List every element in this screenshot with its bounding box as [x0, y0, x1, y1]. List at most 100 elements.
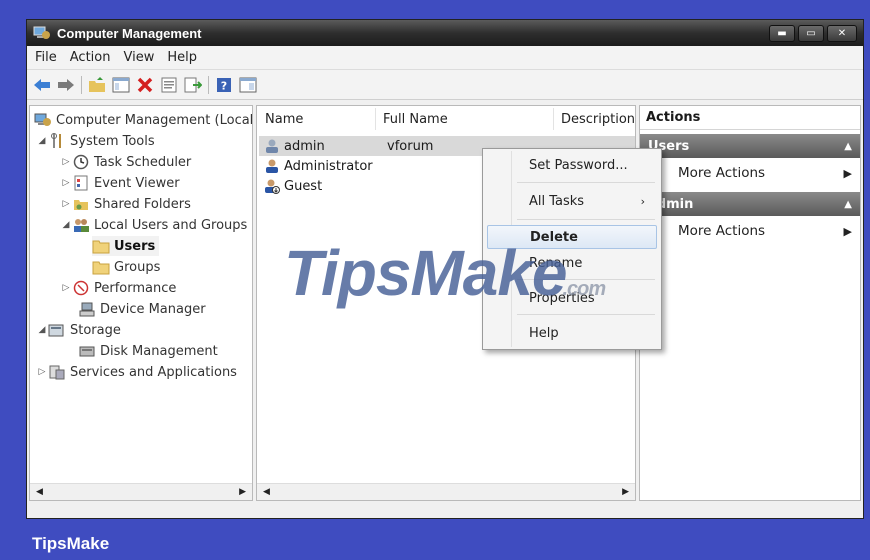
collapsed-arrow-icon[interactable]: ▷	[36, 367, 48, 377]
collapsed-arrow-icon[interactable]: ▷	[60, 283, 72, 293]
tree-item-groups[interactable]: Groups	[92, 257, 160, 277]
column-separator[interactable]	[375, 108, 376, 130]
menu-label: All Tasks	[529, 193, 585, 209]
user-context-menu: Set Password... All Tasks › Delete Renam…	[482, 148, 662, 350]
maximize-button[interactable]: ▭	[798, 24, 824, 42]
menu-item-rename[interactable]: Rename	[487, 251, 657, 275]
scroll-right-arrow-icon[interactable]: ▶	[239, 487, 246, 497]
tree-item-task-scheduler[interactable]: ▷ Task Scheduler	[60, 152, 192, 172]
event-viewer-icon	[72, 175, 90, 191]
tree-label: Storage	[70, 322, 121, 338]
up-folder-icon[interactable]	[88, 76, 106, 94]
user-name: admin	[284, 138, 325, 154]
user-full-name: vforum	[387, 138, 434, 154]
collapsed-arrow-icon[interactable]: ▷	[60, 157, 72, 167]
panes-container: Computer Management (Local ◢ System Tool…	[27, 103, 863, 518]
properties-icon[interactable]	[160, 76, 178, 94]
action-label: More Actions	[678, 223, 766, 239]
menu-gutter	[511, 151, 512, 347]
actions-section-admin[interactable]: admin ▲	[640, 192, 860, 216]
tree-label: System Tools	[70, 133, 155, 149]
menu-item-set-password[interactable]: Set Password...	[487, 153, 657, 177]
tree-item-event-viewer[interactable]: ▷ Event Viewer	[60, 173, 180, 193]
window-title: Computer Management	[57, 25, 202, 41]
column-header-full-name[interactable]: Full Name	[383, 106, 553, 132]
menu-item-properties[interactable]: Properties	[487, 286, 657, 310]
back-arrow-icon[interactable]	[33, 76, 51, 94]
tree-label: Local Users and Groups	[94, 217, 248, 233]
tree-item-disk-management[interactable]: Disk Management	[78, 341, 218, 361]
toolbar-separator	[208, 75, 209, 94]
tree-label: Users	[114, 238, 156, 254]
menu-file[interactable]: File	[35, 50, 57, 65]
tree-label: Device Manager	[100, 301, 206, 317]
tree-label: Performance	[94, 280, 177, 296]
close-button[interactable]: ✕	[827, 24, 857, 42]
scroll-left-arrow-icon[interactable]: ◀	[36, 487, 43, 497]
menu-view[interactable]: View	[123, 50, 154, 65]
tree-label: Shared Folders	[94, 196, 191, 212]
tree-label: Groups	[114, 259, 161, 275]
user-name: Administrator	[284, 158, 373, 174]
expanded-arrow-icon[interactable]: ◢	[36, 325, 48, 335]
user-name: Guest	[284, 178, 323, 194]
toolbar-separator	[81, 75, 82, 94]
list-horizontal-scrollbar[interactable]: ◀ ▶	[257, 483, 635, 500]
expanded-arrow-icon[interactable]: ◢	[60, 220, 72, 230]
collapsed-arrow-icon[interactable]: ▷	[60, 178, 72, 188]
disk-management-icon	[78, 343, 96, 359]
scroll-right-arrow-icon[interactable]: ▶	[622, 487, 629, 497]
column-header-name[interactable]: Name	[265, 106, 375, 132]
tree-horizontal-scrollbar[interactable]: ◀ ▶	[30, 483, 252, 500]
menu-separator	[517, 219, 655, 220]
services-icon	[48, 364, 66, 380]
device-manager-icon	[78, 301, 96, 317]
column-header-description[interactable]: Description	[561, 106, 635, 132]
tree-item-services-applications[interactable]: ▷ Services and Applications	[36, 362, 237, 382]
actions-section-users[interactable]: Users ▲	[640, 134, 860, 158]
svg-text:?: ?	[221, 79, 227, 92]
tree-item-local-users-groups[interactable]: ◢ Local Users and Groups	[60, 215, 248, 235]
menu-item-delete[interactable]: Delete	[487, 225, 657, 249]
export-list-icon[interactable]	[184, 76, 202, 94]
scroll-left-arrow-icon[interactable]: ◀	[263, 487, 270, 497]
performance-icon	[72, 280, 90, 296]
tree-item-system-tools[interactable]: ◢ System Tools	[36, 131, 155, 151]
action-label: More Actions	[678, 165, 766, 181]
more-actions-users[interactable]: More Actions ▶	[640, 158, 860, 188]
title-bar[interactable]: Computer Management ▬ ▭ ✕	[27, 20, 863, 46]
minimize-button[interactable]: ▬	[769, 24, 795, 42]
submenu-arrow-icon: ▶	[843, 166, 852, 180]
collapse-caret-icon[interactable]: ▲	[844, 141, 852, 152]
menu-action[interactable]: Action	[70, 50, 111, 65]
menu-help[interactable]: Help	[167, 50, 197, 65]
help-icon[interactable]: ?	[215, 76, 233, 94]
console-tree-pane[interactable]: Computer Management (Local ◢ System Tool…	[29, 105, 253, 501]
folder-icon	[92, 259, 110, 275]
tree-label: Computer Management (Local	[56, 112, 253, 128]
actions-pane: Actions Users ▲ More Actions ▶ admin ▲ M…	[639, 105, 861, 501]
more-actions-admin[interactable]: More Actions ▶	[640, 216, 860, 246]
menu-item-all-tasks[interactable]: All Tasks ›	[487, 189, 657, 213]
tree-label: Services and Applications	[70, 364, 237, 380]
show-hide-tree-icon[interactable]	[112, 76, 130, 94]
expanded-arrow-icon[interactable]: ◢	[36, 136, 48, 146]
tree-item-performance[interactable]: ▷ Performance	[60, 278, 177, 298]
footer-brand: TipsMake	[32, 534, 110, 553]
disabled-user-icon	[263, 178, 281, 194]
forward-arrow-icon[interactable]	[57, 76, 75, 94]
user-icon	[263, 158, 281, 174]
column-separator[interactable]	[553, 108, 554, 130]
action-pane-icon[interactable]	[239, 76, 257, 94]
computer-management-window: Computer Management ▬ ▭ ✕ File Action Vi…	[26, 19, 864, 519]
tree-item-storage[interactable]: ◢ Storage	[36, 320, 121, 340]
submenu-arrow-icon: ›	[640, 194, 645, 208]
menu-item-help[interactable]: Help	[487, 321, 657, 345]
delete-x-icon[interactable]	[136, 76, 154, 94]
collapsed-arrow-icon[interactable]: ▷	[60, 199, 72, 209]
collapse-caret-icon[interactable]: ▲	[844, 199, 852, 210]
tree-item-root[interactable]: Computer Management (Local	[34, 110, 253, 130]
tree-item-users[interactable]: Users	[92, 236, 160, 256]
tree-item-device-manager[interactable]: Device Manager	[78, 299, 206, 319]
tree-item-shared-folders[interactable]: ▷ Shared Folders	[60, 194, 191, 214]
